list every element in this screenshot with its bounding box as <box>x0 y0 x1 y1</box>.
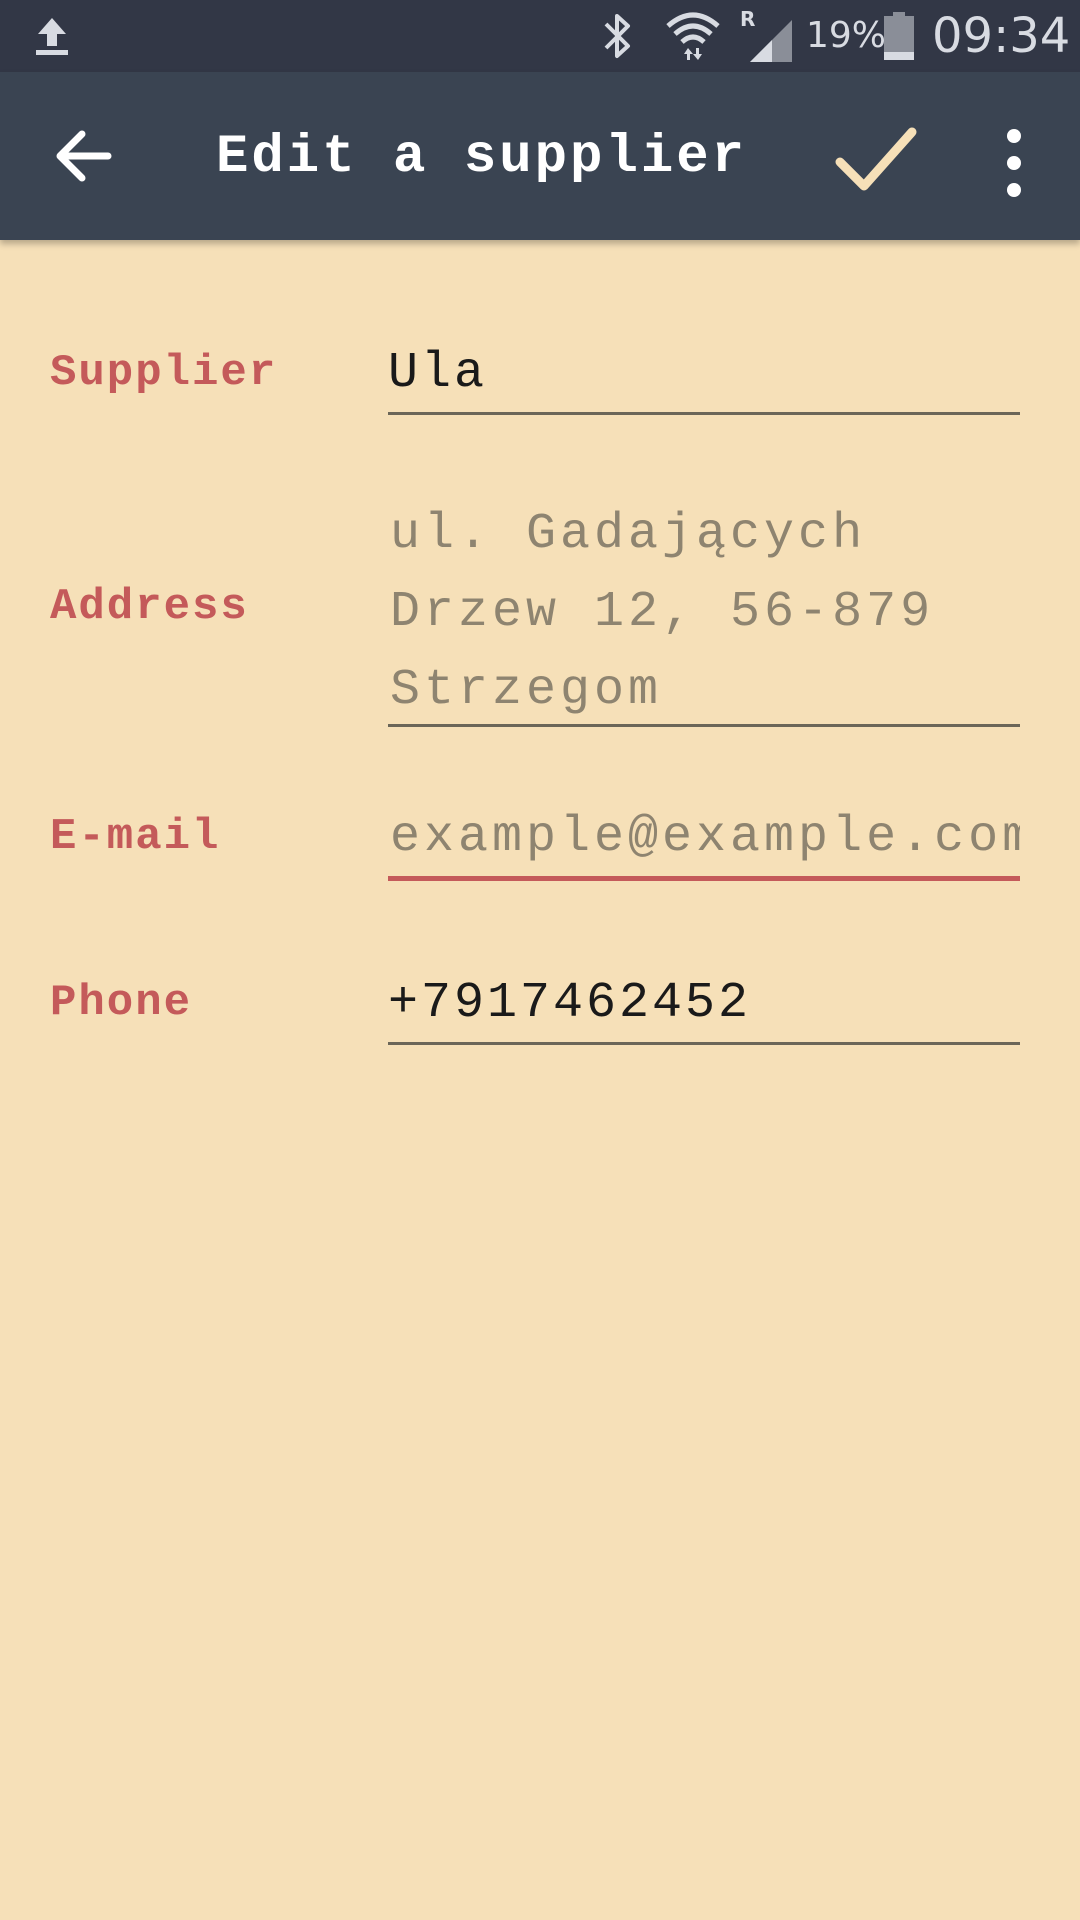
supplier-label: Supplier <box>50 348 278 398</box>
bluetooth-icon <box>604 14 630 58</box>
address-underline <box>388 724 1020 727</box>
phone-input[interactable] <box>388 970 1020 1036</box>
clock: 09:34 <box>932 8 1071 64</box>
more-vert-icon[interactable] <box>994 126 1034 200</box>
page-title: Edit a supplier <box>216 127 748 188</box>
svg-text:R: R <box>740 8 755 31</box>
supplier-underline <box>388 412 1020 415</box>
email-underline <box>388 876 1020 881</box>
email-input[interactable]: example@example.com <box>390 806 1020 870</box>
phone-underline <box>388 1042 1020 1045</box>
phone-label: Phone <box>50 978 193 1028</box>
wifi-icon <box>666 12 720 60</box>
email-label: E-mail <box>50 812 221 862</box>
back-arrow-icon[interactable] <box>48 122 120 190</box>
status-bar: R 19% 09:34 <box>0 0 1080 72</box>
address-label: Address <box>50 582 249 632</box>
battery-percent: 19% <box>806 15 887 56</box>
battery-icon <box>884 12 914 60</box>
upload-icon <box>36 18 68 55</box>
toolbar: Edit a supplier <box>0 72 1080 240</box>
address-input[interactable]: ul. Gadających Drzew 12, 56-879 Strzegom <box>390 496 1030 730</box>
check-icon[interactable] <box>834 122 918 196</box>
roaming-signal-icon: R <box>740 8 792 62</box>
supplier-input[interactable] <box>388 340 1020 406</box>
